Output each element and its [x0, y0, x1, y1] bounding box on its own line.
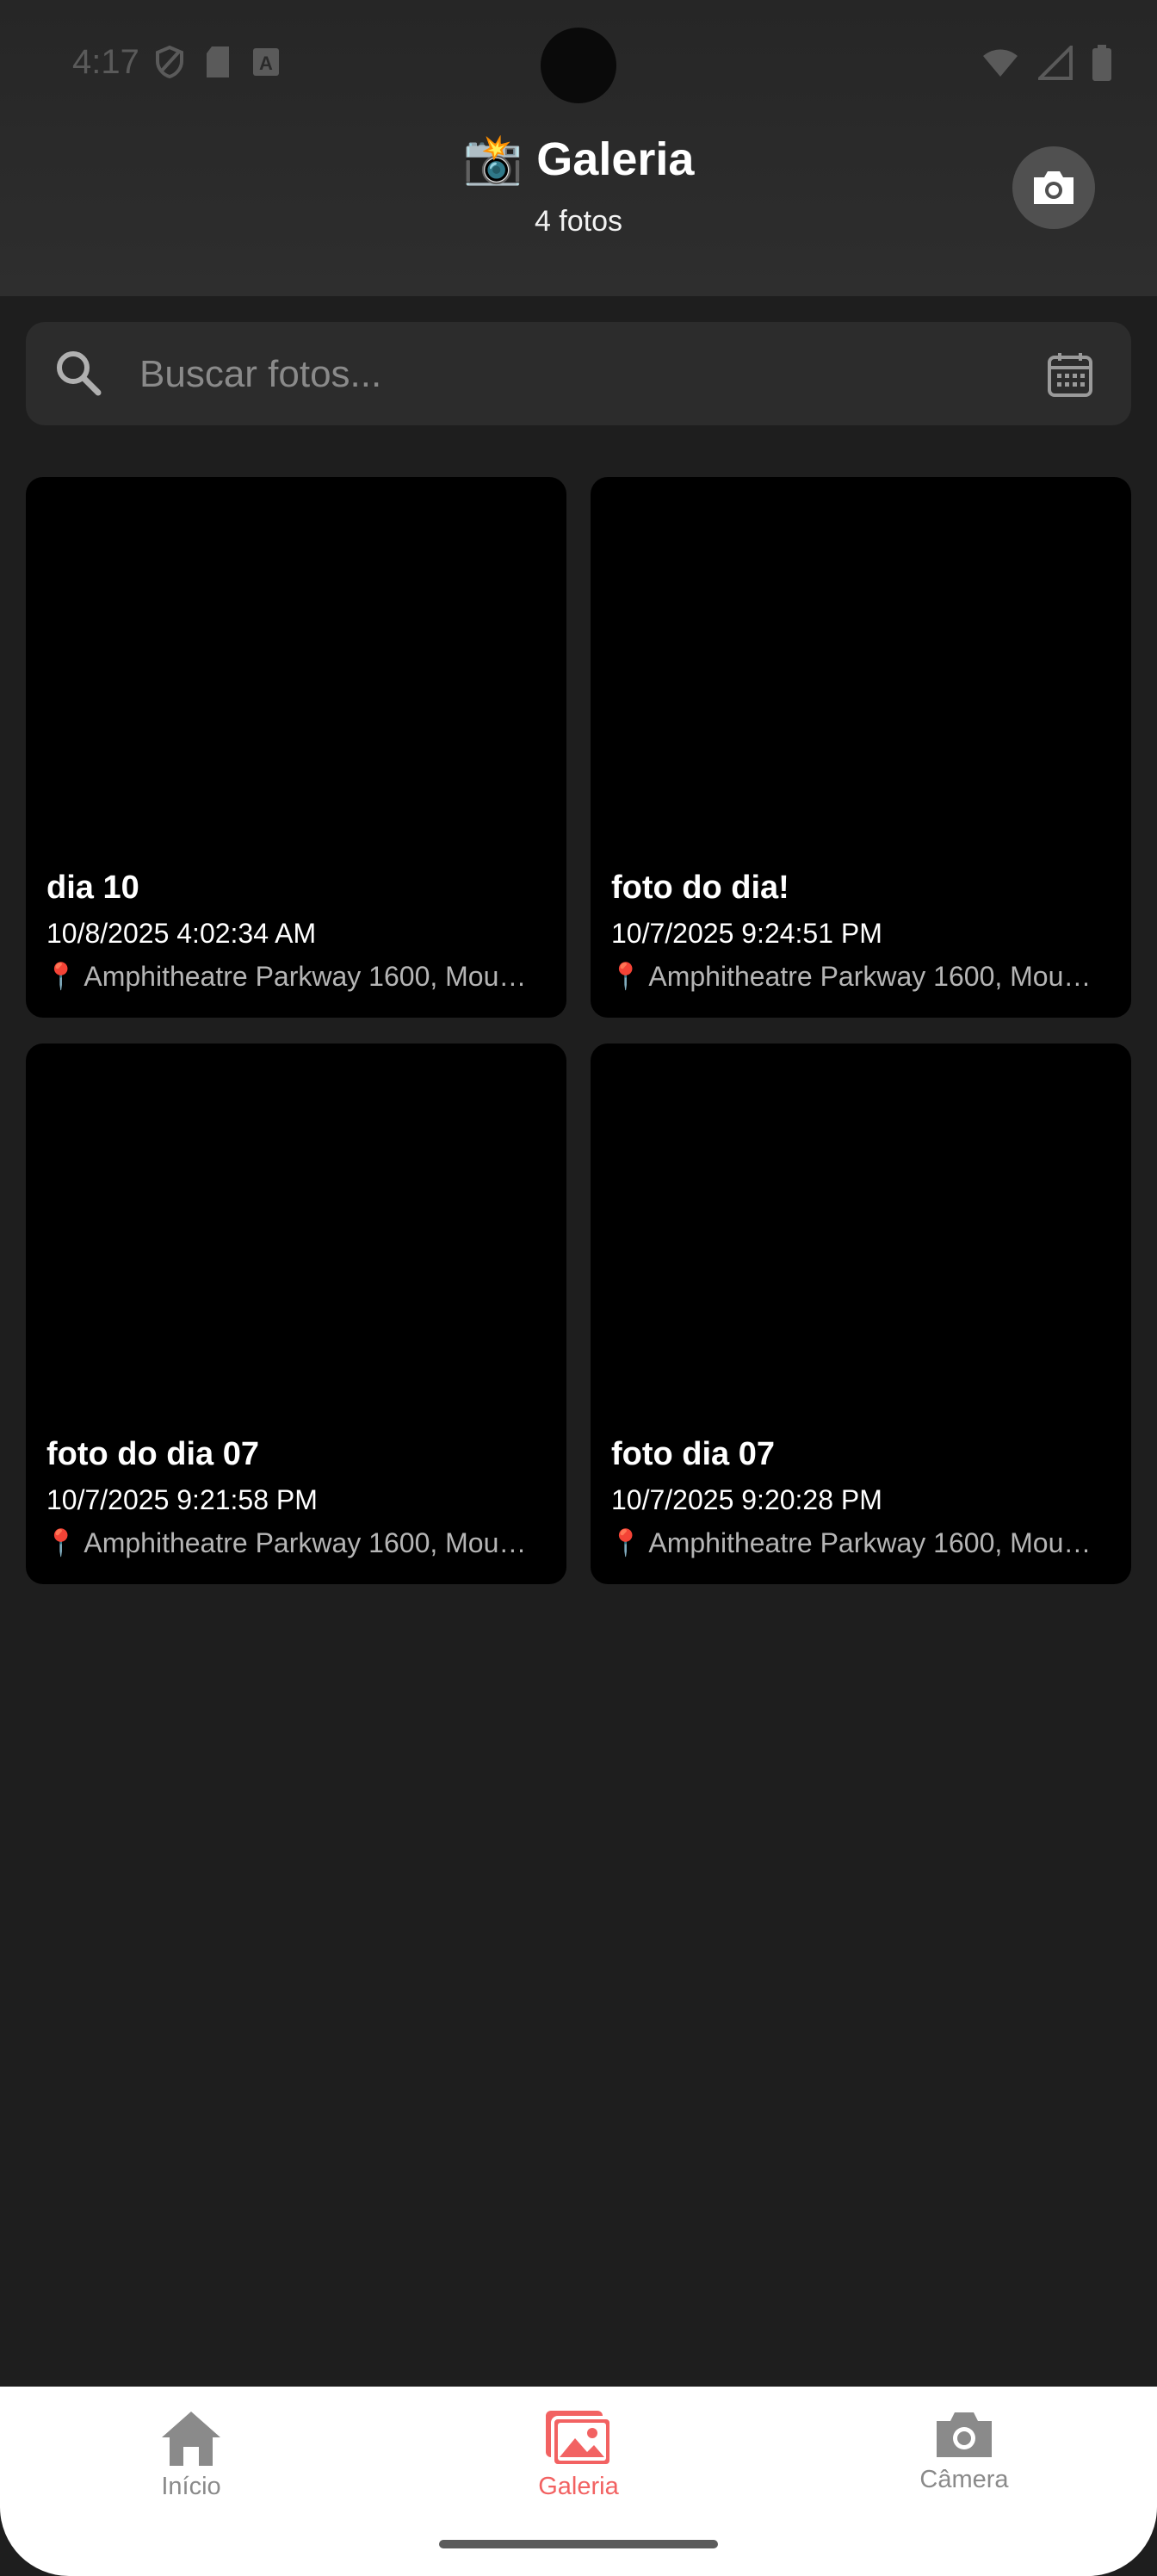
- status-time: 4:17: [72, 43, 139, 81]
- photo-card[interactable]: dia 10 10/8/2025 4:02:34 AM 📍 Amphitheat…: [26, 477, 566, 1018]
- tab-label: Galeria: [538, 2473, 619, 2500]
- tab-label: Câmera: [919, 2466, 1009, 2493]
- photo-date: 10/8/2025 4:02:34 AM: [46, 918, 317, 949]
- tab-label: Início: [161, 2473, 221, 2500]
- shield-icon: [156, 45, 183, 79]
- pin-icon: 📍: [609, 963, 642, 991]
- tab-camera[interactable]: Câmera: [835, 2409, 1093, 2494]
- svg-text:A: A: [259, 53, 273, 74]
- pin-icon: 📍: [45, 1529, 77, 1557]
- pin-icon: 📍: [609, 1529, 642, 1557]
- battery-icon: [1092, 45, 1111, 81]
- photo-title: foto dia 07: [611, 1436, 776, 1472]
- photo-location: 📍 Amphitheatre Parkway 1600, Mou…: [45, 1527, 553, 1559]
- photo-title: dia 10: [46, 870, 139, 906]
- tab-galeria[interactable]: Galeria: [449, 2409, 708, 2501]
- photo-location-text: Amphitheatre Parkway 1600, Mou…: [648, 961, 1092, 992]
- camera-icon: [937, 2412, 992, 2457]
- search-bar: [26, 322, 1131, 425]
- photo-count: 4 fotos: [534, 205, 623, 238]
- status-icons-right: [981, 45, 1112, 81]
- wifi-icon: [983, 49, 1018, 77]
- home-icon: [162, 2412, 220, 2466]
- camera-icon: [1034, 171, 1073, 204]
- photo-card[interactable]: foto dia 07 10/7/2025 9:20:28 PM 📍 Amphi…: [591, 1043, 1131, 1584]
- tab-inicio[interactable]: Início: [62, 2409, 320, 2501]
- pin-icon: 📍: [45, 963, 77, 991]
- calendar-icon[interactable]: [1047, 351, 1093, 398]
- photo-title: foto do dia 07: [46, 1436, 259, 1472]
- sd-card-icon: [207, 46, 229, 77]
- photo-card[interactable]: foto do dia! 10/7/2025 9:24:51 PM 📍 Amph…: [591, 477, 1131, 1018]
- photo-date: 10/7/2025 9:21:58 PM: [46, 1484, 318, 1515]
- header-title: 📸 Galeria: [0, 131, 1157, 188]
- photo-location-text: Amphitheatre Parkway 1600, Mou…: [648, 1527, 1092, 1558]
- photo-date: 10/7/2025 9:24:51 PM: [611, 918, 882, 949]
- page-title: Galeria: [536, 133, 695, 185]
- signal-icon: [1038, 46, 1073, 80]
- photo-location: 📍 Amphitheatre Parkway 1600, Mou…: [609, 1527, 1117, 1559]
- photo-location-text: Amphitheatre Parkway 1600, Mou…: [84, 1527, 527, 1558]
- photo-location: 📍 Amphitheatre Parkway 1600, Mou…: [609, 961, 1117, 993]
- camera-cutout: [541, 28, 616, 103]
- camera-flash-emoji-icon: 📸: [462, 132, 523, 186]
- gallery-icon: [546, 2411, 613, 2468]
- status-icons-left: A: [155, 45, 281, 79]
- photo-title: foto do dia!: [611, 870, 789, 906]
- photo-location-text: Amphitheatre Parkway 1600, Mou…: [84, 961, 527, 992]
- open-camera-button[interactable]: [1012, 146, 1095, 229]
- home-indicator[interactable]: [439, 2540, 718, 2548]
- search-input[interactable]: [138, 339, 1002, 410]
- photo-date: 10/7/2025 9:20:28 PM: [611, 1484, 882, 1515]
- photo-card[interactable]: foto do dia 07 10/7/2025 9:21:58 PM 📍 Am…: [26, 1043, 566, 1584]
- text-a-icon: A: [253, 48, 279, 76]
- photo-grid: dia 10 10/8/2025 4:02:34 AM 📍 Amphitheat…: [26, 477, 1131, 1584]
- search-icon: [57, 351, 102, 396]
- photo-location: 📍 Amphitheatre Parkway 1600, Mou…: [45, 961, 553, 993]
